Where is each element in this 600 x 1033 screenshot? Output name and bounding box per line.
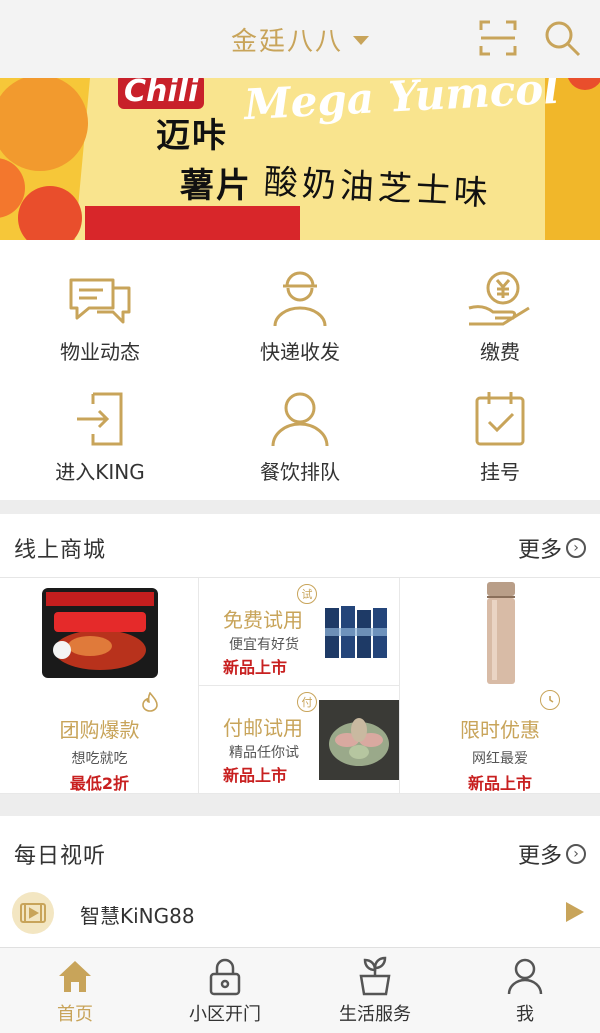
lock-icon	[209, 958, 241, 996]
section-divider	[0, 794, 600, 816]
scan-icon[interactable]	[478, 18, 518, 58]
quick-item-registration[interactable]: 挂号	[400, 360, 600, 484]
mall-free-trial[interactable]: 试 免费试用 便宜有好货 新品上市	[199, 578, 400, 686]
thermos-image	[487, 582, 515, 684]
mall-limited-offer[interactable]: 限时优惠 网红最爱 新品上市	[400, 578, 600, 794]
more-label: 更多	[517, 538, 562, 563]
play-icon[interactable]	[566, 902, 584, 922]
clock-icon	[540, 690, 560, 710]
search-icon[interactable]	[542, 18, 582, 58]
message-icon	[69, 278, 131, 324]
limited-title: 限时优惠	[460, 718, 540, 742]
daily-more-link[interactable]: 更多 ›	[518, 838, 586, 870]
courier-icon	[273, 271, 327, 327]
enter-icon	[77, 392, 123, 446]
tab-home[interactable]: 首页	[0, 948, 150, 1033]
free-trial-title: 免费试用	[223, 608, 303, 632]
paid-trial-sub: 精品任你试	[229, 745, 299, 761]
banner-product-line1: 迈咔	[156, 116, 228, 156]
mall-grid: 团购爆款 想吃就吃 最低2折 试 免费试用 便宜有好货 新品上市 付 付邮试用 …	[0, 578, 600, 794]
mall-group-buy[interactable]: 团购爆款 想吃就吃 最低2折	[0, 578, 199, 794]
plant-icon	[359, 956, 391, 996]
promo-banner[interactable]: Chili Mega Yumcol 迈咔 薯片 酸奶油芝士味	[0, 78, 600, 240]
mall-more-link[interactable]: 更多 ›	[518, 532, 586, 564]
quick-item-enter-king[interactable]: 进入KING	[0, 360, 200, 484]
media-item[interactable]: 智慧KiNG88	[0, 880, 600, 946]
limited-promo: 新品上市	[467, 774, 532, 793]
banner-product-line2: 薯片	[180, 166, 252, 206]
free-trial-sub: 便宜有好货	[229, 637, 299, 653]
tab-label: 小区开门	[189, 1004, 261, 1025]
video-icon	[12, 892, 54, 934]
profile-icon	[507, 958, 543, 995]
trial-badge: 试	[297, 584, 317, 604]
media-item-title: 智慧KiNG88	[80, 904, 195, 928]
daily-title: 每日视听	[14, 844, 107, 869]
tab-life-service[interactable]: 生活服务	[300, 948, 450, 1033]
quick-item-dining-queue[interactable]: 餐饮排队	[200, 360, 400, 484]
free-trial-promo: 新品上市	[223, 658, 288, 677]
calendar-icon	[475, 392, 525, 446]
chevron-right-icon: ›	[566, 538, 586, 558]
daily-header: 每日视听 更多 ›	[0, 816, 600, 880]
group-buy-sub: 想吃就吃	[71, 751, 128, 767]
section-divider	[0, 500, 600, 514]
paid-badge: 付	[297, 692, 317, 712]
paid-trial-promo: 新品上市	[223, 766, 288, 785]
bottom-tab-bar: 首页 小区开门 生活服务 我	[0, 947, 600, 1033]
quick-menu: 物业动态 快递收发 缴费 进入KING 餐饮排队 挂号	[0, 240, 600, 500]
quick-item-label: 挂号	[480, 460, 520, 484]
banner-brand-left: Chili	[118, 78, 205, 109]
succulent-image	[319, 700, 399, 780]
snack-pack-image	[325, 606, 387, 658]
tab-label: 生活服务	[339, 1004, 411, 1025]
community-selector[interactable]: 金廷八八	[231, 21, 369, 58]
mall-paid-trial[interactable]: 付 付邮试用 精品任你试 新品上市	[199, 686, 400, 794]
group-buy-title: 团购爆款	[59, 718, 140, 742]
user-icon	[271, 392, 329, 447]
community-name: 金廷八八	[230, 26, 343, 57]
payment-icon	[468, 271, 530, 326]
mall-header: 线上商城 更多 ›	[0, 514, 600, 578]
limited-sub: 网红最爱	[472, 751, 528, 767]
quick-item-payment[interactable]: 缴费	[400, 240, 600, 364]
quick-item-courier[interactable]: 快递收发	[200, 240, 400, 364]
tab-door-open[interactable]: 小区开门	[150, 948, 300, 1033]
home-icon	[59, 961, 91, 992]
paid-trial-title: 付邮试用	[223, 716, 303, 740]
chevron-down-icon	[353, 36, 369, 45]
group-buy-promo: 最低2折	[69, 774, 130, 793]
noodle-pack-image	[42, 588, 158, 678]
more-label: 更多	[517, 844, 562, 869]
quick-item-property-news[interactable]: 物业动态	[0, 240, 200, 364]
tab-label: 首页	[57, 1004, 93, 1025]
chevron-right-icon: ›	[566, 844, 586, 864]
quick-item-label: 餐饮排队	[260, 460, 340, 484]
quick-item-label: 进入KING	[55, 460, 145, 484]
tab-label: 我	[516, 1004, 534, 1025]
mall-title: 线上商城	[14, 538, 107, 563]
tab-me[interactable]: 我	[450, 948, 600, 1033]
top-header: 金廷八八	[0, 0, 600, 78]
fire-icon	[140, 692, 160, 712]
